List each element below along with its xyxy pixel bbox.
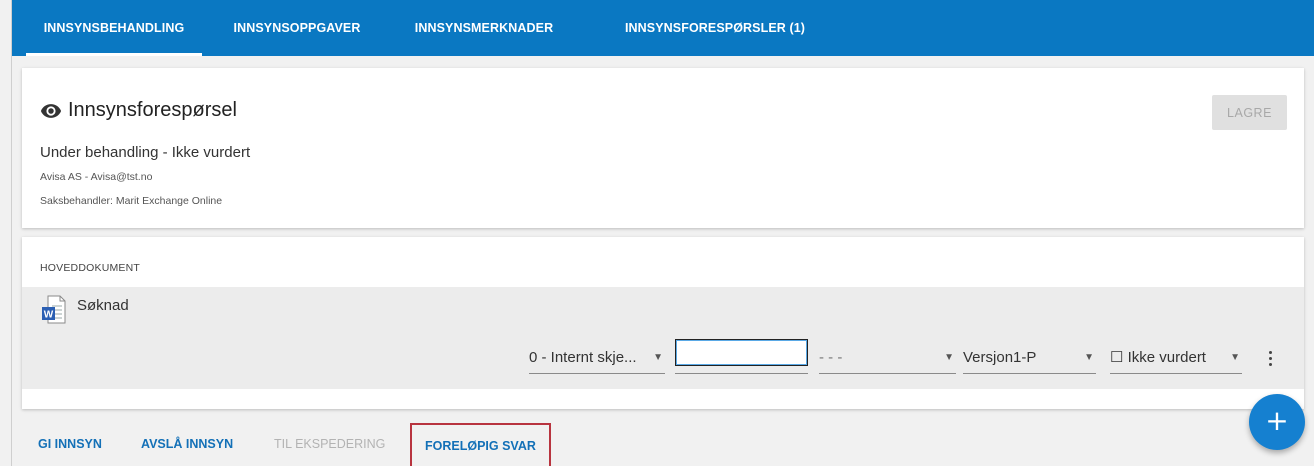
grant-access-button[interactable]: GI INNSYN — [38, 423, 102, 466]
assessment-select[interactable]: ☐ Ikke vurdert ▼ — [1110, 342, 1242, 374]
chevron-down-icon: ▼ — [1230, 352, 1240, 363]
version-select-value: Versjon1-P — [963, 349, 1037, 366]
chevron-down-icon: ▼ — [944, 352, 954, 363]
tab-innsynsoppgaver[interactable]: INNSYNSOPPGAVER — [224, 0, 370, 56]
action-bar: GI INNSYN AVSLÅ INNSYN TIL EKSPEDERING F… — [12, 423, 1314, 466]
tab-innsynsforesporsler[interactable]: INNSYNSFORESPØRSLER (1) — [612, 0, 818, 56]
screening-select[interactable]: 0 - Internt skje... ▼ — [529, 342, 665, 374]
document-row[interactable]: W Søknad 0 - Internt skje... ▼ - - - ▼ V… — [22, 287, 1304, 389]
version-select[interactable]: Versjon1-P ▼ — [963, 342, 1096, 374]
tab-innsynsbehandling[interactable]: INNSYNSBEHANDLING — [26, 0, 202, 56]
assessment-select-value: ☐ Ikke vurdert — [1110, 349, 1206, 366]
add-fab-button[interactable]: + — [1249, 394, 1305, 450]
paragraph-select-value: - - - — [819, 349, 843, 366]
tab-innsynsmerknader[interactable]: INNSYNSMERKNADER — [406, 0, 562, 56]
deny-access-button[interactable]: AVSLÅ INNSYN — [141, 423, 233, 466]
top-tab-bar: INNSYNSBEHANDLING INNSYNSOPPGAVER INNSYN… — [12, 0, 1314, 56]
caseworker-info: Saksbehandler: Marit Exchange Online — [40, 195, 223, 207]
eye-icon — [40, 100, 62, 122]
chevron-down-icon: ▼ — [653, 352, 663, 363]
page-title: Innsynsforespørsel — [68, 99, 237, 121]
dispatch-button[interactable]: TIL EKSPEDERING — [274, 423, 385, 466]
chevron-down-icon: ▼ — [1084, 352, 1094, 363]
section-label-main-document: HOVEDDOKUMENT — [40, 262, 141, 274]
screening-select-value: 0 - Internt skje... — [529, 349, 637, 366]
requester-info: Avisa AS - Avisa@tst.no — [40, 171, 153, 183]
main-document-card: HOVEDDOKUMENT W Søknad 0 - Internt skje.… — [22, 237, 1304, 409]
request-status: Under behandling - Ikke vurdert — [40, 144, 251, 161]
word-document-icon: W — [42, 295, 66, 325]
preliminary-response-button[interactable]: FORELØPIG SVAR — [410, 423, 551, 466]
request-title-row: Innsynsforespørsel — [40, 99, 237, 122]
request-card: Innsynsforespørsel Under behandling - Ik… — [22, 68, 1304, 228]
text-input-underline — [675, 373, 808, 374]
document-name[interactable]: Søknad — [77, 297, 129, 314]
svg-text:W: W — [44, 310, 54, 321]
save-button[interactable]: LAGRE — [1212, 95, 1287, 130]
document-text-input[interactable] — [675, 339, 808, 366]
more-options-icon[interactable] — [1268, 351, 1274, 369]
paragraph-select[interactable]: - - - ▼ — [819, 342, 956, 374]
